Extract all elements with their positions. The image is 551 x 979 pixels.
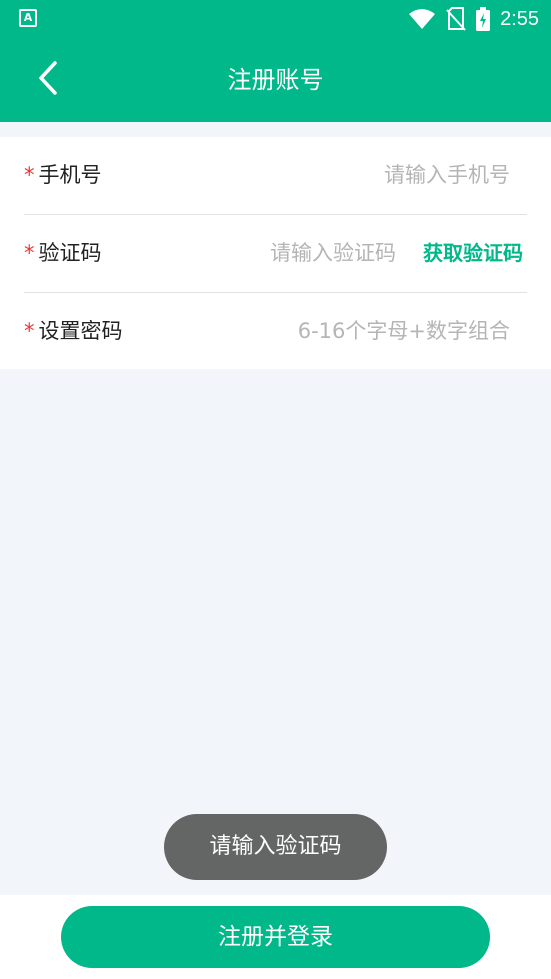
- status-icons: 2:55: [408, 0, 539, 38]
- app-notification-icon: A: [19, 9, 37, 27]
- register-login-button[interactable]: 注册并登录: [61, 906, 490, 968]
- required-mark: *: [24, 241, 35, 265]
- wifi-icon: [408, 8, 436, 30]
- phone-input[interactable]: [174, 155, 510, 195]
- password-label-text: 设置密码: [38, 319, 123, 343]
- code-row: *验证码 获取验证码: [24, 215, 527, 293]
- phone-label-text: 手机号: [38, 163, 102, 187]
- code-input[interactable]: [174, 233, 396, 273]
- status-time: 2:55: [500, 7, 539, 30]
- bottom-bar: 注册并登录: [0, 895, 551, 979]
- password-label: * 设置密码: [24, 293, 123, 370]
- password-input[interactable]: [174, 311, 510, 351]
- back-button[interactable]: [26, 56, 70, 104]
- phone-row: * 手机号: [24, 137, 527, 215]
- page-title: 注册账号: [227, 66, 324, 94]
- toolbar: 注册账号: [0, 38, 551, 122]
- required-mark: *: [24, 163, 35, 187]
- code-label-text: 验证码: [38, 241, 102, 265]
- battery-charging-icon: [476, 7, 491, 31]
- get-code-button[interactable]: 获取验证码: [423, 215, 523, 292]
- toast-message: 请输入验证码: [164, 814, 387, 880]
- register-form: *手机号 *验证码 获取验证码 *设置密码: [0, 137, 551, 369]
- phone-label: * 手机号: [24, 137, 102, 214]
- required-mark: *: [24, 319, 35, 343]
- code-label: * 验证码: [24, 215, 102, 292]
- chevron-left-icon: [37, 61, 59, 99]
- status-bar: A 2:55: [0, 0, 551, 38]
- password-row: * 设置密码: [24, 293, 527, 370]
- no-sim-icon: [446, 7, 466, 31]
